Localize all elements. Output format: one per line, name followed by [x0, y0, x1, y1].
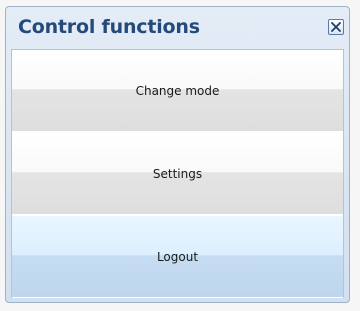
control-functions-dialog: Control functions Change mode Settings L… [5, 6, 350, 303]
settings-label: Settings [152, 166, 203, 181]
change-mode-button[interactable]: Change mode [12, 50, 343, 132]
settings-button[interactable]: Settings [12, 133, 343, 215]
logout-button[interactable]: Logout [12, 216, 343, 298]
close-icon [331, 22, 341, 32]
close-button[interactable] [328, 19, 344, 35]
menu-panel: Change mode Settings Logout [11, 49, 344, 298]
logout-label: Logout [156, 249, 199, 264]
dialog-title: Control functions [18, 16, 200, 38]
dialog-titlebar: Control functions [6, 7, 349, 48]
change-mode-label: Change mode [135, 83, 220, 98]
